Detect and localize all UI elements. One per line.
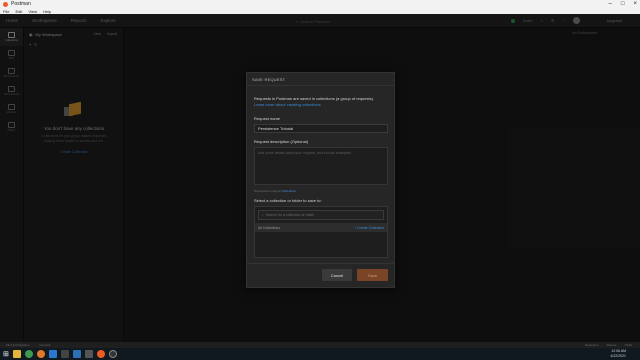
search-icon: ⌕ [262, 213, 264, 217]
request-name-label: Request name [254, 116, 281, 121]
request-description-textarea[interactable]: Add some details about your request, and… [254, 147, 388, 185]
minimize-icon[interactable]: – [609, 0, 612, 8]
window-titlebar: Postman – □ × [0, 0, 640, 8]
collection-search-input[interactable]: ⌕ Search for a collection or folder [258, 210, 384, 220]
markdown-link[interactable]: Markdown [282, 189, 296, 193]
collection-tree: ⌕ Search for a collection or folder All … [254, 206, 388, 258]
chrome-icon[interactable] [24, 350, 33, 358]
console-button[interactable]: Console [40, 343, 51, 347]
file-explorer-icon[interactable] [12, 350, 21, 358]
terminal-icon[interactable] [60, 350, 69, 358]
clock-date: 4/22/2021 [610, 354, 626, 358]
learn-more-link[interactable]: Learn more about creating collections [254, 102, 387, 107]
save-request-modal: SAVE REQUEST Requests in Postman are sav… [246, 72, 395, 288]
create-collection-button[interactable]: + Create Collection [354, 226, 384, 230]
edge-icon[interactable] [48, 350, 57, 358]
postman-taskbar-icon[interactable] [96, 350, 105, 358]
os-taskbar: ⊞ 12:06 AM 4/22/2021 [0, 348, 640, 360]
modal-info-text: Requests in Postman are saved in collect… [254, 96, 375, 101]
runner-button[interactable]: Runner [607, 343, 617, 347]
all-collections-row: All Collections + Create Collection [255, 223, 387, 232]
menu-view[interactable]: View [28, 9, 37, 14]
find-replace-button[interactable]: Find and Replace [6, 343, 30, 347]
trash-button[interactable]: Trash [624, 343, 632, 347]
bootcamp-button[interactable]: Bootcamp [585, 343, 599, 347]
window-title: Postman [11, 1, 31, 7]
menu-edit[interactable]: Edit [15, 9, 22, 14]
all-collections-label: All Collections [258, 225, 280, 230]
postman-logo-icon [3, 1, 8, 7]
menu-file[interactable]: File [3, 9, 9, 14]
request-description-label: Request description (Optional) [254, 139, 309, 144]
modal-footer: Cancel Save [247, 263, 394, 287]
select-collection-label: Select a collection or folder to save to… [254, 198, 322, 203]
mail-icon[interactable] [84, 350, 93, 358]
cancel-button[interactable]: Cancel [322, 269, 352, 281]
system-clock[interactable]: 12:06 AM 4/22/2021 [610, 349, 626, 359]
markdown-note: Descriptions support Markdown [254, 189, 297, 193]
menu-help[interactable]: Help [43, 9, 51, 14]
firefox-icon[interactable] [36, 350, 45, 358]
save-button[interactable]: Save [357, 269, 388, 281]
modal-title: SAVE REQUEST [247, 73, 394, 86]
windows-start-icon[interactable]: ⊞ [3, 350, 9, 358]
maximize-icon[interactable]: □ [621, 0, 625, 8]
vscode-icon[interactable] [72, 350, 81, 358]
obs-icon[interactable] [108, 350, 117, 358]
close-icon[interactable]: × [633, 0, 637, 8]
request-name-input[interactable]: Persistence Tutorial [254, 124, 388, 133]
